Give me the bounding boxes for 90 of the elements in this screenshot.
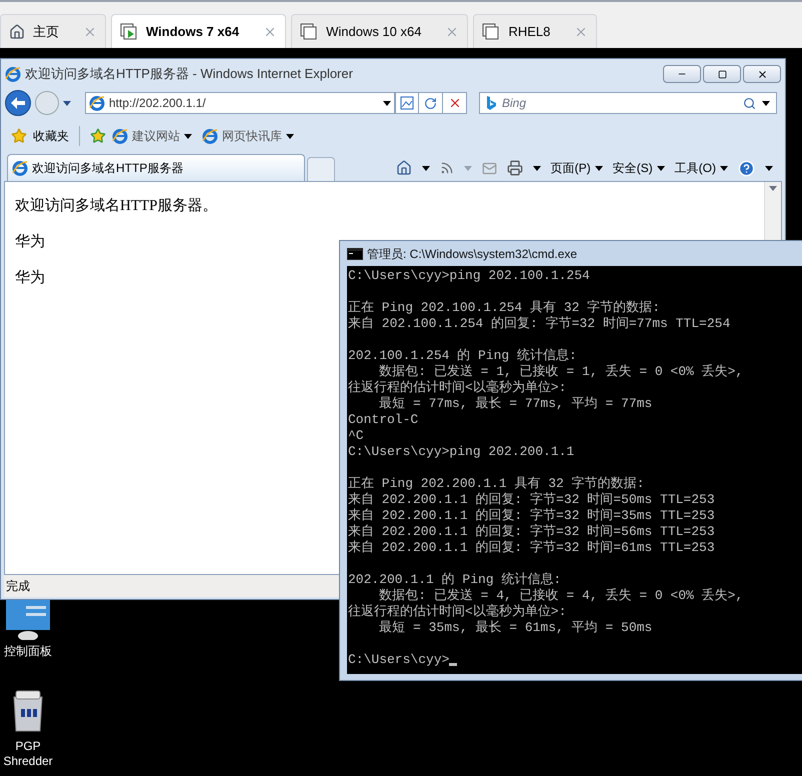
- bing-logo-icon: [486, 96, 496, 110]
- browser-tab[interactable]: 欢迎访问多域名HTTP服务器: [7, 154, 305, 181]
- tab-label: RHEL8: [508, 22, 550, 41]
- tab-label: Windows 7 x64: [146, 22, 240, 41]
- favorites-button[interactable]: 收藏夹: [33, 127, 69, 145]
- maximize-icon: [718, 70, 726, 78]
- tab-label: Windows 10 x64: [326, 22, 422, 41]
- vm-tab[interactable]: Windows 10 x64: [291, 14, 468, 48]
- address-field[interactable]: http://202.200.1.1/: [85, 92, 395, 114]
- window-title: 欢迎访问多域名HTTP服务器 - Windows Internet Explorer: [25, 65, 353, 84]
- page-text: 欢迎访问多域名HTTP服务器。: [15, 196, 218, 216]
- feeds-icon[interactable]: [440, 161, 454, 175]
- command-menu[interactable]: 页面(P): [550, 159, 603, 177]
- console-line: 来自 202.200.1.1 的回复: 字节=32 时间=56ms TTL=253: [348, 524, 715, 540]
- console-line: 正在 Ping 202.100.1.254 具有 32 字节的数据:: [348, 300, 660, 316]
- console-line: ^C: [348, 428, 364, 444]
- console-line: 往返行程的估计时间<以毫秒为单位>:: [348, 604, 566, 620]
- console-line: 往返行程的估计时间<以毫秒为单位>:: [348, 380, 566, 396]
- command-menu[interactable]: 工具(O): [674, 159, 728, 177]
- ie-logo-icon: [12, 160, 28, 176]
- console-line: 来自 202.100.1.254 的回复: 字节=32 时间=77ms TTL=254: [348, 316, 730, 332]
- caret-icon[interactable]: [422, 166, 430, 170]
- status-text: 完成: [6, 578, 30, 595]
- add-favorite-icon[interactable]: [90, 128, 106, 144]
- command-menu[interactable]: 安全(S): [612, 159, 665, 177]
- console-prompt: C:\Users\cyy>: [348, 652, 450, 668]
- favorite-link[interactable]: 建议网站: [112, 127, 192, 145]
- ie-logo-icon: [112, 128, 128, 144]
- console-line: 来自 202.200.1.1 的回复: 字节=32 时间=61ms TTL=253: [348, 540, 715, 556]
- home-icon: [9, 24, 25, 40]
- vm-tab[interactable]: RHEL8: [473, 14, 598, 48]
- close-icon: [756, 68, 768, 80]
- caret-icon[interactable]: [594, 166, 603, 170]
- print-icon[interactable]: [506, 160, 523, 176]
- search-field[interactable]: Bing: [479, 92, 777, 114]
- vm-icon: [120, 22, 138, 40]
- page-text: 华为: [15, 268, 45, 288]
- compatibility-button[interactable]: [395, 92, 419, 114]
- ie-logo-icon: [89, 95, 105, 111]
- star-icon: [11, 128, 27, 144]
- search-icon[interactable]: [743, 96, 756, 110]
- caret-icon[interactable]: [720, 166, 728, 170]
- console-line: 数据包: 已发送 = 1, 已接收 = 1, 丢失 = 0 <0% 丢失>,: [378, 364, 744, 380]
- caret-icon[interactable]: [63, 100, 71, 106]
- favorite-link[interactable]: 网页快讯库: [202, 127, 294, 145]
- vm-tab[interactable]: 主页: [0, 14, 106, 48]
- console-line: C:\Users\cyy>ping 202.100.1.254: [348, 268, 590, 284]
- console-icon: [347, 248, 363, 260]
- ie-logo-icon: [202, 128, 218, 144]
- window-title: 管理员: C:\Windows\system32\cmd.exe: [367, 246, 578, 262]
- stop-button[interactable]: [443, 92, 467, 114]
- back-button[interactable]: [5, 90, 31, 116]
- ie-logo-icon: [5, 66, 21, 82]
- desktop-icon-label: 控制面板: [3, 644, 53, 659]
- refresh-icon: [424, 96, 437, 110]
- vm-icon: [482, 22, 500, 40]
- vm-tab[interactable]: Windows 7 x64: [111, 14, 286, 48]
- console-line: C:\Users\cyy>ping 202.200.1.1: [348, 444, 574, 460]
- desktop-icon-label: PGP Shredder: [2, 739, 54, 769]
- console-line: 202.200.1.1 的 Ping 统计信息:: [348, 572, 562, 588]
- console-line: 数据包: 已发送 = 4, 已接收 = 4, 丢失 = 0 <0% 丢失>,: [378, 588, 744, 604]
- close-button[interactable]: [743, 65, 781, 83]
- search-placeholder: Bing: [502, 95, 528, 112]
- caret-icon[interactable]: [532, 166, 541, 170]
- caret-icon[interactable]: [383, 100, 391, 106]
- console-line: 202.100.1.254 的 Ping 统计信息:: [348, 348, 577, 364]
- console-line: 来自 202.200.1.1 的回复: 字节=32 时间=50ms TTL=253: [348, 492, 715, 508]
- maximize-button[interactable]: [703, 65, 741, 83]
- page-text: 华为: [15, 232, 45, 252]
- caret-icon[interactable]: [762, 100, 770, 106]
- text-cursor: [449, 663, 458, 666]
- control-panel-icon[interactable]: [4, 600, 52, 640]
- console-line: 正在 Ping 202.200.1.1 具有 32 字节的数据:: [348, 476, 644, 492]
- caret-icon[interactable]: [656, 166, 665, 170]
- console-line: 最短 = 77ms, 最长 = 77ms, 平均 = 77ms: [378, 396, 652, 412]
- tab-label: 主页: [33, 22, 59, 41]
- address-text: http://202.200.1.1/: [109, 95, 206, 112]
- console-line: 来自 202.200.1.1 的回复: 字节=32 时间=35ms TTL=253: [348, 508, 715, 524]
- help-icon[interactable]: [738, 160, 755, 176]
- console-line: Control-C: [348, 412, 418, 428]
- caret-icon[interactable]: [765, 166, 773, 170]
- home-icon[interactable]: [396, 160, 412, 176]
- console-line: 最短 = 35ms, 最长 = 61ms, 平均 = 50ms: [378, 620, 652, 636]
- compatibility-icon: [400, 96, 414, 110]
- refresh-button[interactable]: [419, 92, 443, 114]
- caret-icon[interactable]: [184, 134, 192, 138]
- back-arrow-icon: [11, 97, 25, 109]
- vm-icon: [300, 22, 318, 40]
- minimize-button[interactable]: [663, 65, 701, 83]
- caret-icon[interactable]: [286, 134, 294, 138]
